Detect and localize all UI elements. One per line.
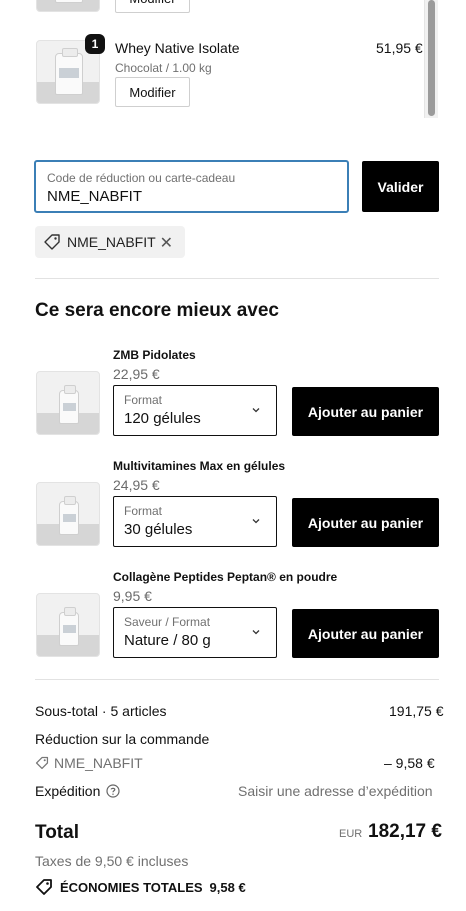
add-to-cart-button[interactable]: Ajouter au panier xyxy=(292,609,439,658)
total-label: Total xyxy=(35,822,79,843)
product-thumbnail xyxy=(36,0,100,12)
recommendation-name: ZMB Pidolates xyxy=(113,348,196,362)
flavor-format-select-value: Nature / 80 g xyxy=(124,632,211,649)
tag-icon xyxy=(44,234,60,250)
recommendation-thumbnail xyxy=(36,593,100,657)
total-currency: EUR xyxy=(339,828,363,840)
discount-code-placeholder: Code de réduction ou carte-cadeau xyxy=(47,171,236,185)
savings-value: 9,58 € xyxy=(209,879,246,895)
savings-label: ÉCONOMIES TOTALES xyxy=(60,879,203,895)
apply-discount-button[interactable]: Valider xyxy=(362,161,439,212)
recommendation-thumbnail xyxy=(36,371,100,435)
remove-discount-icon[interactable]: ✕ xyxy=(160,233,173,253)
format-select-label: Format xyxy=(124,504,163,518)
tag-icon xyxy=(36,879,52,895)
format-select-value: 30 gélules xyxy=(124,521,193,538)
recommendations-title: Ce sera encore mieux avec xyxy=(35,300,279,321)
order-discount-label: Réduction sur la commande xyxy=(35,731,210,747)
shipping-row: Expédition xyxy=(35,783,120,799)
flavor-format-select[interactable]: Saveur / Format Nature / 80 g xyxy=(113,607,277,658)
discount-code-row: NME_NABFIT xyxy=(35,755,143,771)
recommendation-price: 9,95 € xyxy=(113,588,152,604)
summary-discount-code: NME_NABFIT xyxy=(54,755,143,771)
recommendation-price: 22,95 € xyxy=(113,366,160,382)
recommendation-thumbnail xyxy=(36,482,100,546)
total-savings-row: ÉCONOMIES TOTALES 9,58 € xyxy=(35,878,246,896)
quantity-badge: 1 xyxy=(85,34,105,54)
add-to-cart-button[interactable]: Ajouter au panier xyxy=(292,387,439,436)
scrollbar-thumb[interactable] xyxy=(428,0,435,116)
modify-button[interactable]: Modifier xyxy=(115,77,190,107)
product-price: 51,95 € xyxy=(376,40,423,56)
product-variant: Chocolat / 1.00 kg xyxy=(115,61,212,75)
shipping-label: Expédition xyxy=(35,783,101,799)
chevron-down-icon xyxy=(252,630,260,635)
help-icon[interactable] xyxy=(106,784,120,798)
recommendation-name: Collagène Peptides Peptan® en poudre xyxy=(113,570,338,584)
tag-icon xyxy=(35,756,49,770)
divider xyxy=(35,278,439,279)
shipping-value: Saisir une adresse d’expédition xyxy=(238,783,433,799)
product-name: Whey Native Isolate xyxy=(115,40,240,56)
add-to-cart-button[interactable]: Ajouter au panier xyxy=(292,498,439,547)
format-select[interactable]: Format 30 gélules xyxy=(113,496,277,547)
total-value: 182,17 € xyxy=(368,821,442,842)
chevron-down-icon xyxy=(252,408,260,413)
discount-code-value[interactable]: NME_NABFIT xyxy=(47,188,142,205)
recommendation-price: 24,95 € xyxy=(113,477,160,493)
discount-code-input[interactable]: Code de réduction ou carte-cadeau NME_NA… xyxy=(34,160,349,213)
modify-button[interactable]: Modifier xyxy=(115,0,190,13)
subtotal-value: 191,75 € xyxy=(389,703,444,719)
format-select-label: Format xyxy=(124,393,163,407)
format-select-value: 120 gélules xyxy=(124,410,201,427)
format-select[interactable]: Format 120 gélules xyxy=(113,385,277,436)
flavor-format-select-label: Saveur / Format xyxy=(124,615,211,629)
applied-discount-code: NME_NABFIT xyxy=(67,234,156,250)
taxes-note: Taxes de 9,50 € incluses xyxy=(35,853,189,869)
recommendation-name: Multivitamines Max en gélules xyxy=(113,459,286,473)
divider xyxy=(35,679,439,680)
subtotal-label: Sous-total · 5 articles xyxy=(35,703,167,719)
chevron-down-icon xyxy=(252,519,260,524)
applied-discount-chip: NME_NABFIT ✕ xyxy=(35,226,185,258)
discount-value: – 9,58 € xyxy=(384,755,435,771)
